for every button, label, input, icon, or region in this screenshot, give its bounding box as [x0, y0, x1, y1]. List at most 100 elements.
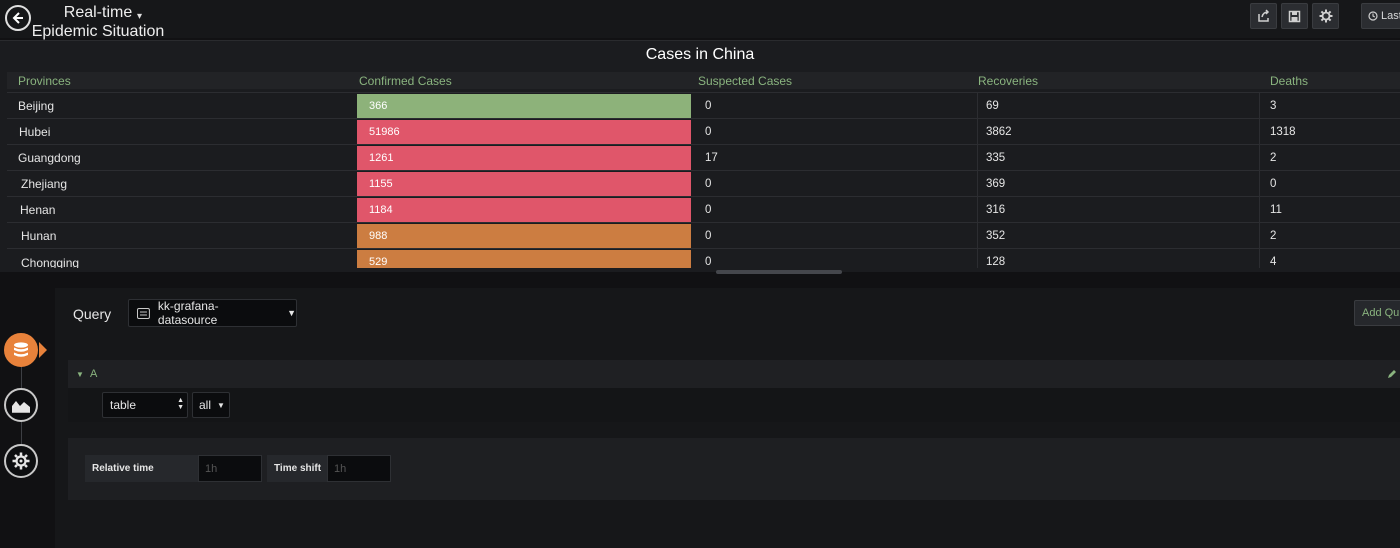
confirmed-cell: 366 [357, 94, 691, 118]
province-cell: Guangdong [18, 150, 81, 165]
confirmed-cell: 1155 [357, 172, 691, 196]
table-header: Provinces Confirmed Cases Suspected Case… [7, 72, 1400, 89]
column-header-suspected[interactable]: Suspected Cases [698, 74, 792, 88]
save-dashboard-button[interactable] [1281, 3, 1308, 29]
suspected-cell: 0 [705, 255, 712, 268]
recoveries-cell: 69 [986, 99, 999, 112]
recoveries-cell: 316 [986, 203, 1006, 216]
confirmed-cell: 988 [357, 224, 691, 248]
target-select[interactable]: all ▼ [192, 392, 230, 418]
confirmed-cell: 529 [357, 250, 691, 268]
deaths-cell: 11 [1270, 203, 1282, 216]
dashboard-settings-button[interactable] [1312, 3, 1339, 29]
dashboard-navbar: Real-time Epidemic Situation ▾ Last [0, 0, 1400, 41]
query-row-body [68, 388, 1400, 422]
query-section-title: Query [73, 306, 112, 322]
column-header-provinces[interactable]: Provinces [18, 74, 71, 88]
dashboard-title-line1: Real-time [63, 4, 133, 21]
column-divider [1259, 197, 1260, 222]
arrow-left-icon [12, 12, 23, 24]
province-cell: Beijing [18, 98, 55, 113]
queries-tab[interactable] [4, 333, 38, 367]
datasource-select[interactable]: kk-grafana-datasource ▼ [128, 299, 297, 327]
relative-time-input[interactable]: 1h [198, 455, 262, 482]
column-divider [977, 171, 978, 196]
suspected-cell: 0 [705, 229, 712, 242]
dashboard-title[interactable]: Real-time Epidemic Situation [28, 3, 168, 41]
confirmed-cell: 1184 [357, 198, 691, 222]
clock-icon [1368, 11, 1378, 21]
table-row: Beijing 366 0 69 3 [7, 92, 1400, 118]
cases-table-panel: Cases in China Provinces Confirmed Cases… [0, 40, 1400, 274]
visualization-icon [12, 401, 30, 413]
time-shift-input[interactable]: 1h [327, 455, 391, 482]
caret-down-icon: ▼ [76, 370, 84, 379]
gear-icon [1319, 9, 1332, 23]
time-picker-button[interactable]: Last [1361, 3, 1400, 29]
suspected-cell: 0 [705, 125, 712, 138]
query-row-header[interactable] [68, 360, 1400, 388]
active-tab-arrow [39, 342, 47, 358]
table-row: Henan 1184 0 316 11 [7, 196, 1400, 222]
column-divider [977, 223, 978, 248]
save-icon [1288, 10, 1301, 22]
table-row: Hunan 988 0 352 2 [7, 222, 1400, 248]
table-row: Chongqing 529 0 128 4 [7, 248, 1400, 268]
panel-title[interactable]: Cases in China [0, 46, 1400, 64]
column-header-deaths[interactable]: Deaths [1270, 74, 1308, 88]
panel-resize-handle[interactable] [716, 270, 842, 274]
column-divider [1259, 93, 1260, 118]
column-header-recoveries[interactable]: Recoveries [978, 74, 1038, 88]
table-row: Hubei 51986 0 3862 1318 [7, 118, 1400, 144]
chevron-down-icon: ▼ [287, 308, 296, 318]
suspected-cell: 17 [705, 151, 718, 164]
recoveries-cell: 352 [986, 229, 1006, 242]
recoveries-cell: 128 [986, 255, 1006, 268]
province-cell: Zhejiang [21, 176, 68, 191]
query-row-toggle[interactable]: ▼ A [76, 368, 97, 380]
general-settings-tab[interactable] [4, 444, 38, 478]
column-divider [1259, 223, 1260, 248]
target-select-value: all [199, 398, 212, 412]
format-select-value: table [110, 398, 137, 412]
query-ref-label: A [89, 368, 98, 380]
add-query-button[interactable]: Add Qu [1354, 300, 1400, 326]
dashboard-title-line2: Epidemic Situation [31, 23, 165, 40]
column-divider [977, 93, 978, 118]
recoveries-cell: 3862 [986, 125, 1012, 138]
chevron-down-icon[interactable]: ▾ [137, 11, 142, 22]
deaths-cell: 3 [1270, 99, 1277, 112]
format-select[interactable]: table ▲ ▼ [102, 392, 188, 418]
visualization-tab[interactable] [4, 388, 38, 422]
column-divider [977, 119, 978, 144]
deaths-cell: 4 [1270, 255, 1277, 268]
database-icon [14, 342, 28, 357]
time-shift-label: Time shift [267, 455, 327, 482]
column-header-confirmed[interactable]: Confirmed Cases [359, 74, 452, 88]
updown-caret-icon: ▲ ▼ [177, 397, 184, 411]
province-cell: Henan [20, 202, 56, 217]
chevron-down-icon: ▼ [217, 400, 225, 410]
column-divider [977, 145, 978, 170]
column-divider [1259, 249, 1260, 268]
confirmed-cell: 51986 [357, 120, 691, 144]
confirmed-cell: 1261 [357, 146, 691, 170]
pencil-icon[interactable] [1387, 369, 1397, 379]
datasource-icon [137, 307, 150, 319]
column-divider [1259, 171, 1260, 196]
column-divider [977, 197, 978, 222]
suspected-cell: 0 [705, 177, 712, 190]
deaths-cell: 2 [1270, 151, 1277, 164]
time-picker-label: Last [1381, 10, 1400, 22]
relative-time-label: Relative time [85, 455, 198, 482]
province-cell: Chongqing [21, 255, 80, 269]
deaths-cell: 0 [1270, 177, 1277, 190]
recoveries-cell: 335 [986, 151, 1006, 164]
column-divider [1259, 119, 1260, 144]
province-cell: Hunan [21, 228, 57, 243]
suspected-cell: 0 [705, 99, 712, 112]
datasource-name: kk-grafana-datasource [157, 299, 219, 327]
table-row: Guangdong 1261 17 335 2 [7, 144, 1400, 170]
deaths-cell: 1318 [1270, 125, 1296, 138]
share-button[interactable] [1250, 3, 1277, 29]
